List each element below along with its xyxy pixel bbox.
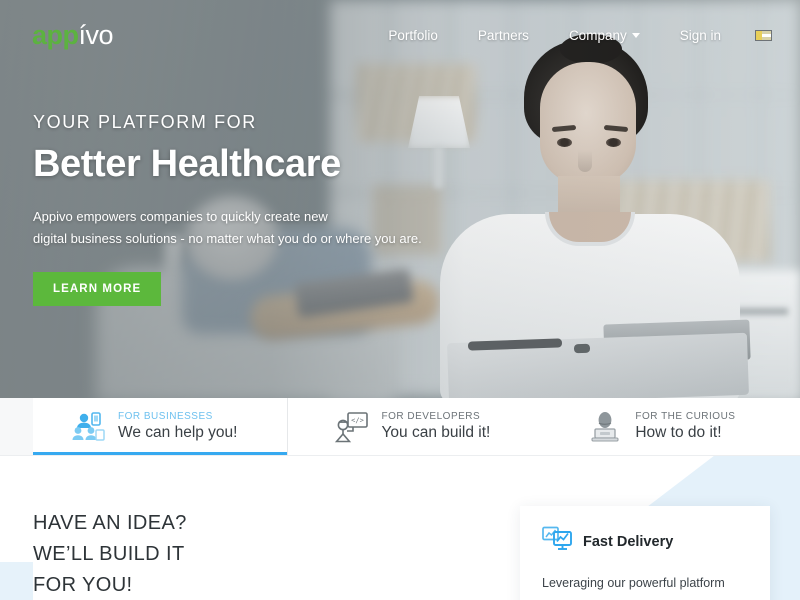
logo-text-green: app xyxy=(32,19,79,50)
nav-item-sign-in-label: Sign in xyxy=(679,27,721,43)
tab-for-businesses-title: We can help you! xyxy=(118,424,238,441)
fast-delivery-body-line-2: we quickly turn your idea into xyxy=(542,595,748,600)
nav-item-portfolio[interactable]: Portfolio xyxy=(368,28,458,43)
svg-text:</>: </> xyxy=(352,416,365,424)
idea-section: HAVE AN IDEA? WE’LL BUILD IT FOR YOU! Fa… xyxy=(0,456,800,600)
flag-icon[interactable] xyxy=(755,29,772,41)
tab-for-the-curious-kicker: FOR THE CURIOUS xyxy=(635,411,736,422)
nav-item-portfolio-label: Portfolio xyxy=(388,27,438,43)
fast-delivery-body-line-1: Leveraging our powerful platform xyxy=(542,576,725,590)
idea-heading-line-3: FOR YOU! xyxy=(33,574,133,596)
tab-strip-right-fill xyxy=(753,398,800,455)
hero-section: appívo Portfolio Partners Company Sign i… xyxy=(0,0,800,398)
tab-for-businesses-kicker: FOR BUSINESSES xyxy=(118,411,213,422)
tab-for-businesses-text: FOR BUSINESSES We can help you! xyxy=(118,411,237,442)
tab-for-developers-text: FOR DEVELOPERS You can build it! xyxy=(381,411,490,442)
tab-for-developers[interactable]: </> FOR DEVELOPERS You can build it! xyxy=(316,398,547,455)
business-people-devices-icon xyxy=(71,411,105,443)
hero-subcopy: Appivo empowers companies to quickly cre… xyxy=(33,206,422,250)
fast-delivery-monitor-chart-icon xyxy=(542,526,572,557)
fast-delivery-card-title: Fast Delivery xyxy=(583,533,674,550)
tab-for-businesses[interactable]: FOR BUSINESSES We can help you! xyxy=(33,398,289,455)
idea-heading: HAVE AN IDEA? WE’LL BUILD IT FOR YOU! xyxy=(33,508,187,600)
nav-item-partners-label: Partners xyxy=(477,27,529,43)
nav-item-sign-in[interactable]: Sign in xyxy=(660,28,741,43)
fast-delivery-card: Fast Delivery Leveraging our powerful pl… xyxy=(520,506,770,600)
learn-more-button[interactable]: LEARN MORE xyxy=(33,272,162,306)
nav-item-partners[interactable]: Partners xyxy=(458,28,549,43)
idea-heading-line-1: HAVE AN IDEA? xyxy=(33,512,187,534)
tab-for-the-curious-text: FOR THE CURIOUS How to do it! xyxy=(635,411,735,442)
developer-monitor-code-icon: </> xyxy=(334,411,369,443)
appivo-logo[interactable]: appívo xyxy=(32,19,114,50)
nav-item-company-label: Company xyxy=(568,27,627,43)
tab-for-the-curious[interactable]: FOR THE CURIOUS How to do it! xyxy=(570,398,754,455)
logo-text-white: ívo xyxy=(78,19,114,50)
fast-delivery-card-body: Leveraging our powerful platform we quic… xyxy=(542,571,748,600)
nav-links: Portfolio Partners Company Sign in xyxy=(368,28,776,43)
tab-for-the-curious-title: How to do it! xyxy=(635,424,722,441)
top-navigation-bar: appívo Portfolio Partners Company Sign i… xyxy=(0,0,800,70)
idea-heading-line-2: WE’LL BUILD IT xyxy=(33,543,185,565)
chevron-down-icon xyxy=(631,33,640,39)
tab-for-developers-kicker: FOR DEVELOPERS xyxy=(381,411,481,422)
person-laptop-icon xyxy=(588,411,622,443)
tab-strip-left-pad xyxy=(0,398,33,455)
hero-subcopy-line-2: digital business solutions - no matter w… xyxy=(33,231,422,246)
audience-tab-strip: FOR BUSINESSES We can help you! </> FOR … xyxy=(0,398,800,456)
hero-subcopy-line-1: Appivo empowers companies to quickly cre… xyxy=(33,209,328,224)
hero-eyebrow: YOUR PLATFORM FOR xyxy=(33,112,257,132)
hero-copy: YOUR PLATFORM FOR Better Healthcare Appi… xyxy=(33,112,422,306)
nav-item-company[interactable]: Company xyxy=(549,28,660,43)
tab-for-developers-title: You can build it! xyxy=(381,424,491,441)
decorative-blue-block xyxy=(0,562,33,600)
fast-delivery-card-header: Fast Delivery xyxy=(542,526,748,557)
hero-headline: Better Healthcare xyxy=(33,143,341,185)
